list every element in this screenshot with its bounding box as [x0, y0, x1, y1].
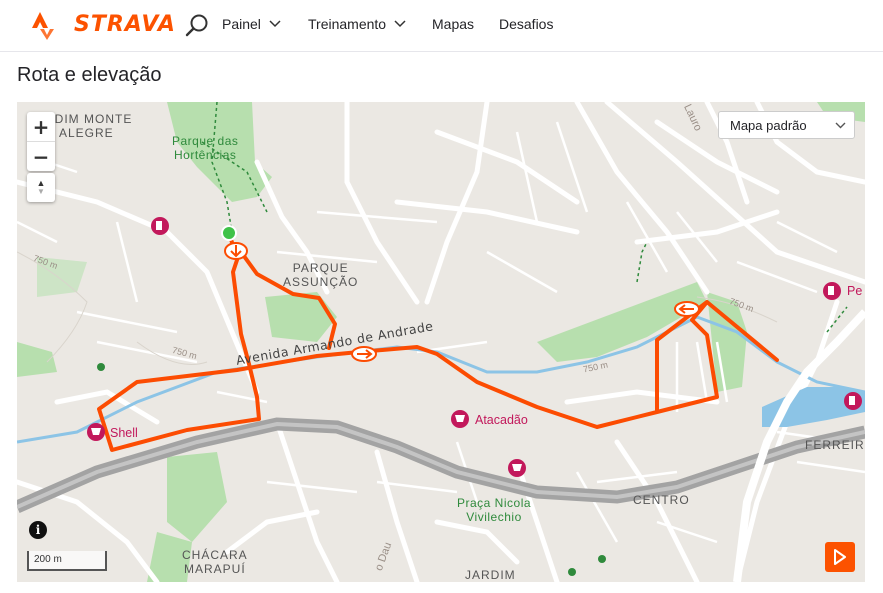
route-map[interactable]: RDIM MONTE ALEGRE Parque das Hortências … [17, 102, 865, 582]
chevron-down-icon [835, 122, 846, 129]
label-atacadao[interactable]: Atacadão [475, 413, 528, 427]
nav-item-treinamento[interactable]: Treinamento [308, 16, 406, 32]
nav-item-label: Painel [222, 16, 261, 32]
shop-pin-icon[interactable] [508, 459, 526, 477]
search-icon[interactable] [184, 12, 212, 40]
shell-pin-icon[interactable] [87, 423, 105, 441]
label-jardim-monte-alegre: RDIM MONTE ALEGRE [45, 112, 133, 140]
top-navigation: STRAVA Painel Treinamento Mapas Desafios [0, 0, 883, 52]
nav-item-desafios[interactable]: Desafios [499, 16, 553, 32]
label-pe[interactable]: Pe [847, 284, 862, 298]
chevron-down-icon [269, 20, 281, 28]
info-icon[interactable]: i [29, 521, 47, 539]
highway-center [17, 421, 865, 509]
nav-item-mapas[interactable]: Mapas [432, 16, 474, 32]
compass-button[interactable]: ▲ ▼ [27, 173, 55, 202]
map-style-select[interactable]: Mapa padrão [718, 111, 855, 139]
strava-logo-icon[interactable] [30, 10, 56, 40]
fuel-pin-icon[interactable] [844, 392, 862, 410]
map-canvas[interactable] [17, 102, 865, 582]
play-icon [834, 549, 846, 565]
route-start-marker[interactable] [221, 225, 237, 241]
fuel-pin-icon[interactable] [823, 282, 841, 300]
fuel-pin-icon[interactable] [151, 217, 169, 235]
nav-item-label: Mapas [432, 16, 475, 32]
zoom-in-button[interactable]: + [27, 112, 55, 141]
label-ferreira: FERREIR [805, 438, 865, 452]
strava-logo-text[interactable]: STRAVA [74, 12, 176, 37]
compass-south-icon: ▼ [37, 187, 45, 196]
atacadao-pin-icon[interactable] [451, 410, 469, 428]
nav-item-label: Treinamento [308, 16, 387, 32]
play-flyover-button[interactable] [825, 542, 855, 572]
label-parque-hortencias: Parque das Hortências [172, 134, 239, 162]
nav-item-painel[interactable]: Painel [222, 16, 281, 32]
label-chacara-marapui: CHÁCARA MARAPUÍ [182, 548, 248, 576]
page-title: Rota e elevação [17, 64, 162, 86]
map-scale: 200 m [27, 551, 107, 571]
nav-item-label: Desafios [499, 16, 554, 32]
zoom-out-button[interactable]: − [27, 142, 55, 171]
label-shell[interactable]: Shell [110, 426, 138, 440]
chevron-down-icon [394, 20, 406, 28]
label-centro: CENTRO [633, 493, 690, 507]
label-jardim: JARDIM [465, 568, 516, 582]
map-style-value: Mapa padrão [730, 117, 807, 133]
label-parque-assuncao: PARQUE ASSUNÇÃO [283, 261, 359, 289]
label-praca-nicola: Praça Nicola Vivilechio [457, 496, 532, 524]
zoom-controls: + − [27, 112, 55, 171]
